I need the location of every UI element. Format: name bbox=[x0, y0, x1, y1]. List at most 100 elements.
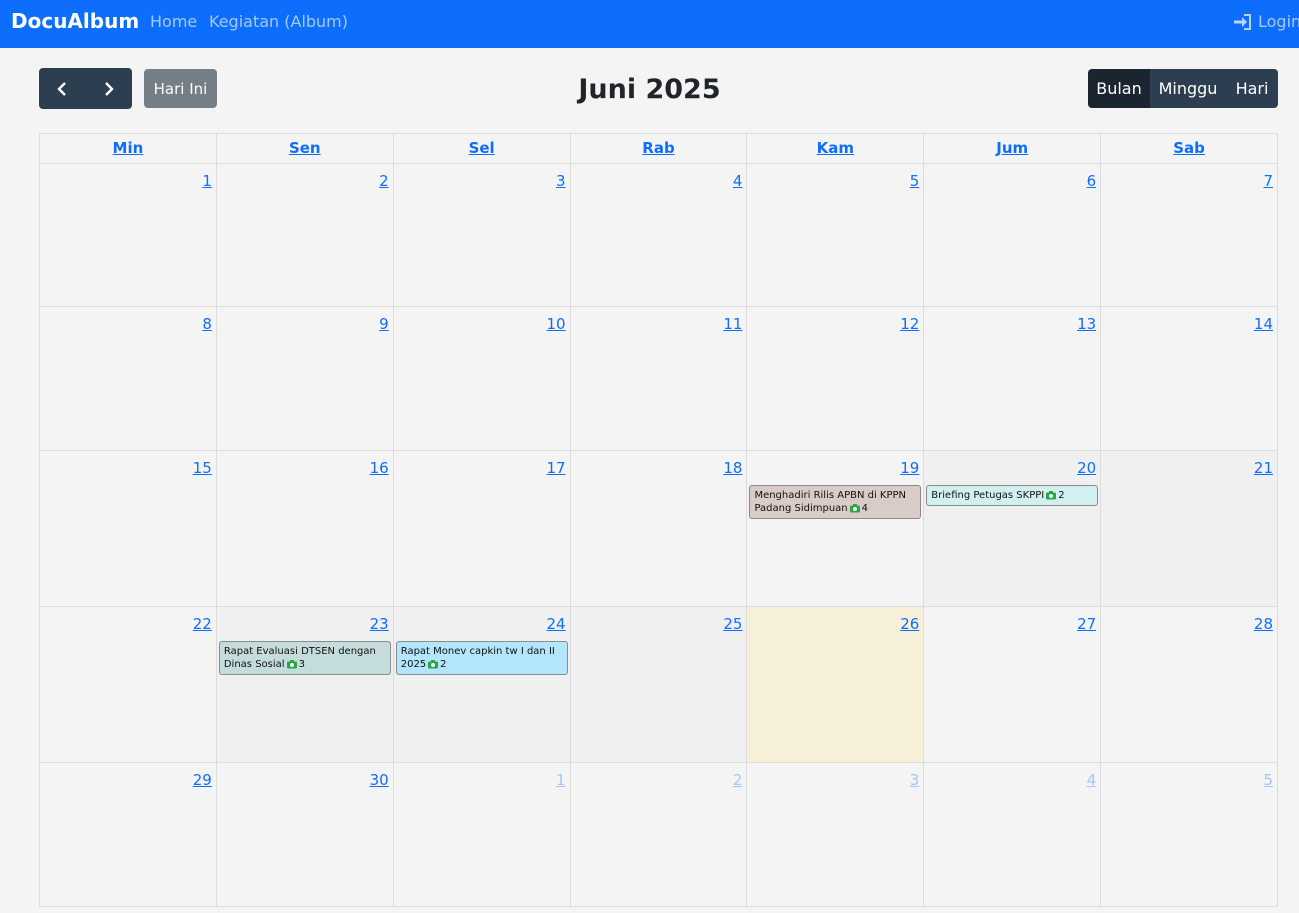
camera-icon bbox=[286, 660, 297, 669]
calendar-event[interactable]: Briefing Petugas SKPPI 2 bbox=[926, 485, 1099, 506]
day-number-link[interactable]: 3 bbox=[910, 771, 920, 789]
day-number-link[interactable]: 18 bbox=[723, 459, 742, 477]
day-cell[interactable]: 4 bbox=[924, 763, 1102, 906]
day-number-link[interactable]: 27 bbox=[1077, 615, 1096, 633]
day-cell[interactable]: 13 bbox=[924, 307, 1102, 450]
day-number-link[interactable]: 29 bbox=[193, 771, 212, 789]
weekday-sab[interactable]: Sab bbox=[1173, 139, 1205, 157]
day-number-link[interactable]: 8 bbox=[202, 315, 212, 333]
camera-icon bbox=[849, 504, 860, 513]
day-cell[interactable]: 14 bbox=[1101, 307, 1279, 450]
day-number-link[interactable]: 5 bbox=[1263, 771, 1273, 789]
day-number-link[interactable]: 12 bbox=[900, 315, 919, 333]
day-number-link[interactable]: 25 bbox=[723, 615, 742, 633]
calendar-event[interactable]: Menghadiri Rilis APBN di KPPN Padang Sid… bbox=[749, 485, 922, 519]
day-cell[interactable]: 1 bbox=[394, 763, 571, 906]
day-number-link[interactable]: 19 bbox=[900, 459, 919, 477]
day-cell[interactable]: 2 bbox=[571, 763, 748, 906]
day-number-link[interactable]: 3 bbox=[556, 172, 566, 190]
day-number-link[interactable]: 1 bbox=[202, 172, 212, 190]
day-number-link[interactable]: 16 bbox=[370, 459, 389, 477]
day-number-link[interactable]: 9 bbox=[379, 315, 389, 333]
day-cell[interactable]: 29 bbox=[40, 763, 217, 906]
weekday-rab[interactable]: Rab bbox=[642, 139, 674, 157]
camera-icon bbox=[428, 660, 439, 669]
event-photo-count: 2 bbox=[1058, 490, 1065, 501]
day-number-link[interactable]: 5 bbox=[910, 172, 920, 190]
day-cell[interactable]: 23 Rapat Evaluasi DTSEN dengan Dinas Sosi… bbox=[216, 607, 394, 762]
day-cell[interactable]: 26 bbox=[747, 607, 925, 762]
day-cell[interactable]: 28 bbox=[1101, 607, 1279, 762]
day-cell[interactable]: 2 bbox=[217, 164, 394, 306]
day-cell[interactable]: 15 bbox=[40, 451, 217, 606]
day-number-link[interactable]: 2 bbox=[379, 172, 389, 190]
day-number-link[interactable]: 13 bbox=[1077, 315, 1096, 333]
day-cell[interactable]: 3 bbox=[394, 164, 571, 306]
day-cell[interactable]: 5 bbox=[1101, 763, 1279, 906]
day-cell[interactable]: 21 bbox=[1101, 451, 1279, 606]
day-number-link[interactable]: 11 bbox=[723, 315, 742, 333]
day-cell[interactable]: 19 Menghadiri Rilis APBN di KPPN Padang S… bbox=[747, 451, 925, 606]
event-title: Menghadiri Rilis APBN di KPPN Padang Sid… bbox=[754, 490, 907, 514]
day-number-link[interactable]: 6 bbox=[1087, 172, 1097, 190]
day-cell[interactable]: 5 bbox=[747, 164, 925, 306]
day-number-link[interactable]: 10 bbox=[546, 315, 565, 333]
day-cell[interactable]: 27 bbox=[924, 607, 1102, 762]
nav-album-link[interactable]: Kegiatan (Album) bbox=[209, 12, 348, 31]
login-icon bbox=[1234, 14, 1251, 30]
day-number-link[interactable]: 4 bbox=[733, 172, 743, 190]
day-number-link[interactable]: 4 bbox=[1087, 771, 1097, 789]
day-cell[interactable]: 17 bbox=[394, 451, 571, 606]
day-cell[interactable]: 22 bbox=[40, 607, 217, 762]
calendar-event[interactable]: Rapat Evaluasi DTSEN dengan Dinas Sosial… bbox=[218, 641, 391, 675]
event-photo-count: 4 bbox=[861, 503, 869, 514]
month-view-button[interactable]: Bulan bbox=[1088, 69, 1150, 108]
weekday-sel[interactable]: Sel bbox=[469, 139, 495, 157]
weekday-sen[interactable]: Sen bbox=[289, 139, 321, 157]
day-cell[interactable]: 30 bbox=[217, 763, 394, 906]
weekday-kam[interactable]: Kam bbox=[817, 139, 854, 157]
weekday-min[interactable]: Min bbox=[113, 139, 144, 157]
day-cell[interactable]: 3 bbox=[747, 763, 925, 906]
login-link[interactable]: Login bbox=[1234, 12, 1299, 31]
day-number-link[interactable]: 28 bbox=[1254, 615, 1273, 633]
navbar: DocuAlbum Home Kegiatan (Album) Login bbox=[0, 0, 1299, 48]
week-view-button[interactable]: Minggu bbox=[1150, 69, 1226, 108]
day-cell[interactable]: 4 bbox=[571, 164, 748, 306]
day-number-link[interactable]: 26 bbox=[900, 615, 919, 633]
day-cell[interactable]: 12 bbox=[747, 307, 925, 450]
day-number-link[interactable]: 7 bbox=[1263, 172, 1273, 190]
calendar-week: 8 9 10 11 12 13 14 bbox=[40, 307, 1279, 451]
day-cell[interactable]: 10 bbox=[394, 307, 571, 450]
day-cell[interactable]: 20 Briefing Petugas SKPPI 2 bbox=[924, 451, 1102, 606]
day-cell[interactable]: 7 bbox=[1101, 164, 1279, 306]
day-number-link[interactable]: 2 bbox=[733, 771, 743, 789]
day-cell[interactable]: 11 bbox=[571, 307, 748, 450]
day-cell[interactable]: 16 bbox=[217, 451, 394, 606]
day-number-link[interactable]: 15 bbox=[193, 459, 212, 477]
nav-home-link[interactable]: Home bbox=[150, 12, 197, 31]
view-switcher: Bulan Minggu Hari bbox=[1088, 69, 1278, 108]
day-number-link[interactable]: 23 bbox=[370, 615, 389, 633]
day-number-link[interactable]: 24 bbox=[546, 615, 565, 633]
day-cell[interactable]: 18 bbox=[571, 451, 748, 606]
day-number-link[interactable]: 21 bbox=[1254, 459, 1273, 477]
day-cell[interactable]: 25 bbox=[570, 607, 748, 762]
weekday-jum[interactable]: Jum bbox=[996, 139, 1028, 157]
calendar-week: 29 30 1 2 3 4 5 bbox=[40, 763, 1279, 907]
day-number-link[interactable]: 30 bbox=[370, 771, 389, 789]
day-number-link[interactable]: 17 bbox=[546, 459, 565, 477]
brand-logo[interactable]: DocuAlbum bbox=[11, 9, 139, 33]
calendar-event[interactable]: Rapat Monev capkin tw I dan II 2025 2 bbox=[395, 641, 568, 675]
day-cell[interactable]: 9 bbox=[217, 307, 394, 450]
day-number-link[interactable]: 14 bbox=[1254, 315, 1273, 333]
day-number-link[interactable]: 20 bbox=[1077, 459, 1096, 477]
day-number-link[interactable]: 1 bbox=[556, 771, 566, 789]
day-cell[interactable]: 1 bbox=[40, 164, 217, 306]
calendar-week: 22 23 Rapat Evaluasi DTSEN dengan Dinas So… bbox=[40, 607, 1279, 763]
day-cell[interactable]: 6 bbox=[924, 164, 1102, 306]
day-number-link[interactable]: 22 bbox=[193, 615, 212, 633]
day-cell[interactable]: 24 Rapat Monev capkin tw I dan II 2025 2 bbox=[393, 607, 571, 762]
day-view-button[interactable]: Hari bbox=[1226, 69, 1278, 108]
day-cell[interactable]: 8 bbox=[40, 307, 217, 450]
